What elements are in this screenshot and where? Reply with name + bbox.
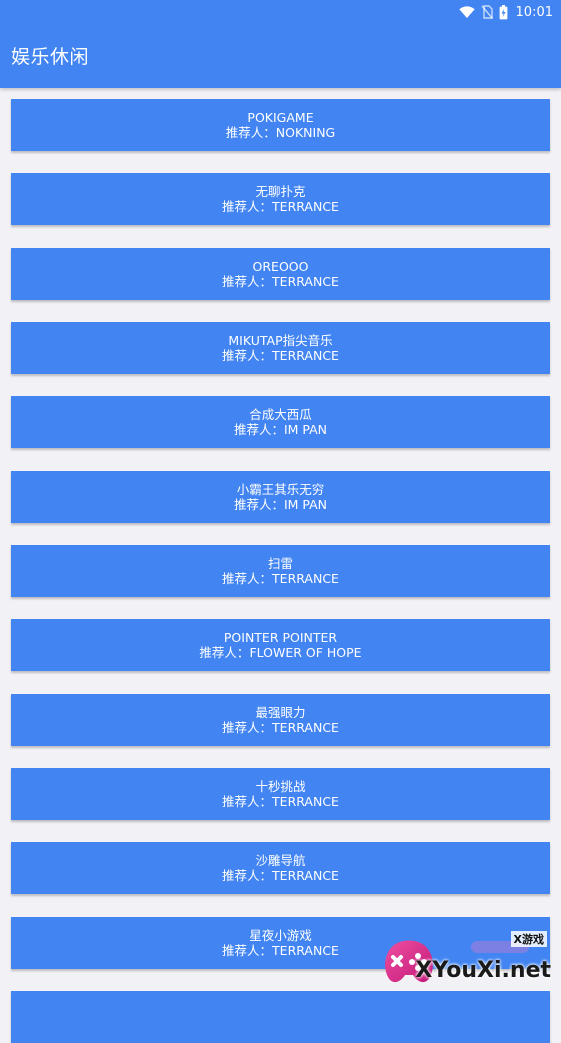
item-recommender: 推荐人：TERRANCE [222,868,339,883]
list-item[interactable]: MIKUTAP指尖音乐 推荐人：TERRANCE [11,322,550,374]
no-sim-icon [480,5,493,19]
list-item[interactable]: 沙雕导航 推荐人：TERRANCE [11,842,550,894]
watermark-tag: X游戏 [510,931,547,947]
status-time: 10:01 [515,4,553,20]
recommender-label: 推荐人： [222,348,273,363]
item-title: 最强眼力 [255,705,306,720]
battery-charging-icon [499,4,508,20]
list-item[interactable]: OREOOO 推荐人：TERRANCE [11,248,550,300]
recommender-label: 推荐人： [222,943,273,958]
wifi-icon [458,5,475,19]
item-title: 星夜小游戏 [249,928,312,943]
recommender-label: 推荐人： [222,868,273,883]
recommender-name: TERRANCE [272,868,339,883]
recommender-label: 推荐人： [199,645,250,660]
item-title: 扫雷 [267,556,293,571]
item-title: 小霸王其乐无穷 [236,482,325,497]
list-item[interactable]: 十秒挑战 推荐人：TERRANCE [11,768,550,820]
recommender-label: 推荐人： [222,794,273,809]
item-title: 十秒挑战 [255,779,306,794]
recommender-label: 推荐人： [225,125,276,140]
list-item[interactable]: POINTER POINTER 推荐人：FLOWER OF HOPE [11,619,550,671]
list-item[interactable]: POKIGAME 推荐人：NOKNING [11,99,550,151]
watermark-text: XYouXi.net [415,958,551,983]
item-recommender: 推荐人：NOKNING [226,125,335,140]
recommender-label: 推荐人： [222,720,273,735]
list-item[interactable]: 扫雷 推荐人：TERRANCE [11,545,550,597]
item-recommender: 推荐人：IM PAN [234,422,327,437]
app-bar: 娱乐休闲 [0,24,561,88]
status-icons: 10:01 [458,0,553,24]
recommender-label: 推荐人： [233,422,284,437]
recommender-name: TERRANCE [272,794,339,809]
item-title: OREOOO [252,259,309,274]
list-item[interactable]: 无聊扑克 推荐人：TERRANCE [11,173,550,225]
recommender-name: TERRANCE [272,571,339,586]
recommender-label: 推荐人： [233,497,284,512]
recommender-name: TERRANCE [272,274,339,289]
recommender-name: IM PAN [283,422,328,437]
item-title: POINTER POINTER [223,630,338,645]
recommender-name: FLOWER OF HOPE [249,645,362,660]
recommender-name: TERRANCE [272,199,339,214]
item-recommender: 推荐人：TERRANCE [222,943,339,958]
item-title: POKIGAME [247,110,314,125]
recommender-name: TERRANCE [272,348,339,363]
item-recommender: 推荐人：FLOWER OF HOPE [199,645,361,660]
item-recommender: 推荐人：TERRANCE [222,274,339,289]
item-recommender: 推荐人：TERRANCE [222,199,339,214]
item-recommender: 推荐人：IM PAN [234,497,327,512]
recommender-label: 推荐人： [222,571,273,586]
item-title: 合成大西瓜 [249,407,312,422]
status-bar: 10:01 [0,0,561,24]
item-recommender: 推荐人：TERRANCE [222,720,339,735]
recommender-name: TERRANCE [272,720,339,735]
list-item[interactable]: 合成大西瓜 推荐人：IM PAN [11,396,550,448]
recommender-name: NOKNING [275,125,336,140]
recommender-name: TERRANCE [272,943,339,958]
watermark: X游戏 XYouXi.net [380,929,555,989]
page-title: 娱乐休闲 [11,46,90,68]
item-recommender: 推荐人：TERRANCE [222,348,339,363]
item-title: 沙雕导航 [255,853,306,868]
item-recommender: 推荐人：TERRANCE [222,794,339,809]
recommender-label: 推荐人： [222,199,273,214]
list-item[interactable]: 最强眼力 推荐人：TERRANCE [11,694,550,746]
recommender-label: 推荐人： [222,274,273,289]
recommender-name: IM PAN [283,497,328,512]
item-title: 无聊扑克 [255,184,306,199]
list-item[interactable]: 小霸王其乐无穷 推荐人：IM PAN [11,471,550,523]
item-recommender: 推荐人：TERRANCE [222,571,339,586]
item-title: MIKUTAP指尖音乐 [228,333,333,348]
